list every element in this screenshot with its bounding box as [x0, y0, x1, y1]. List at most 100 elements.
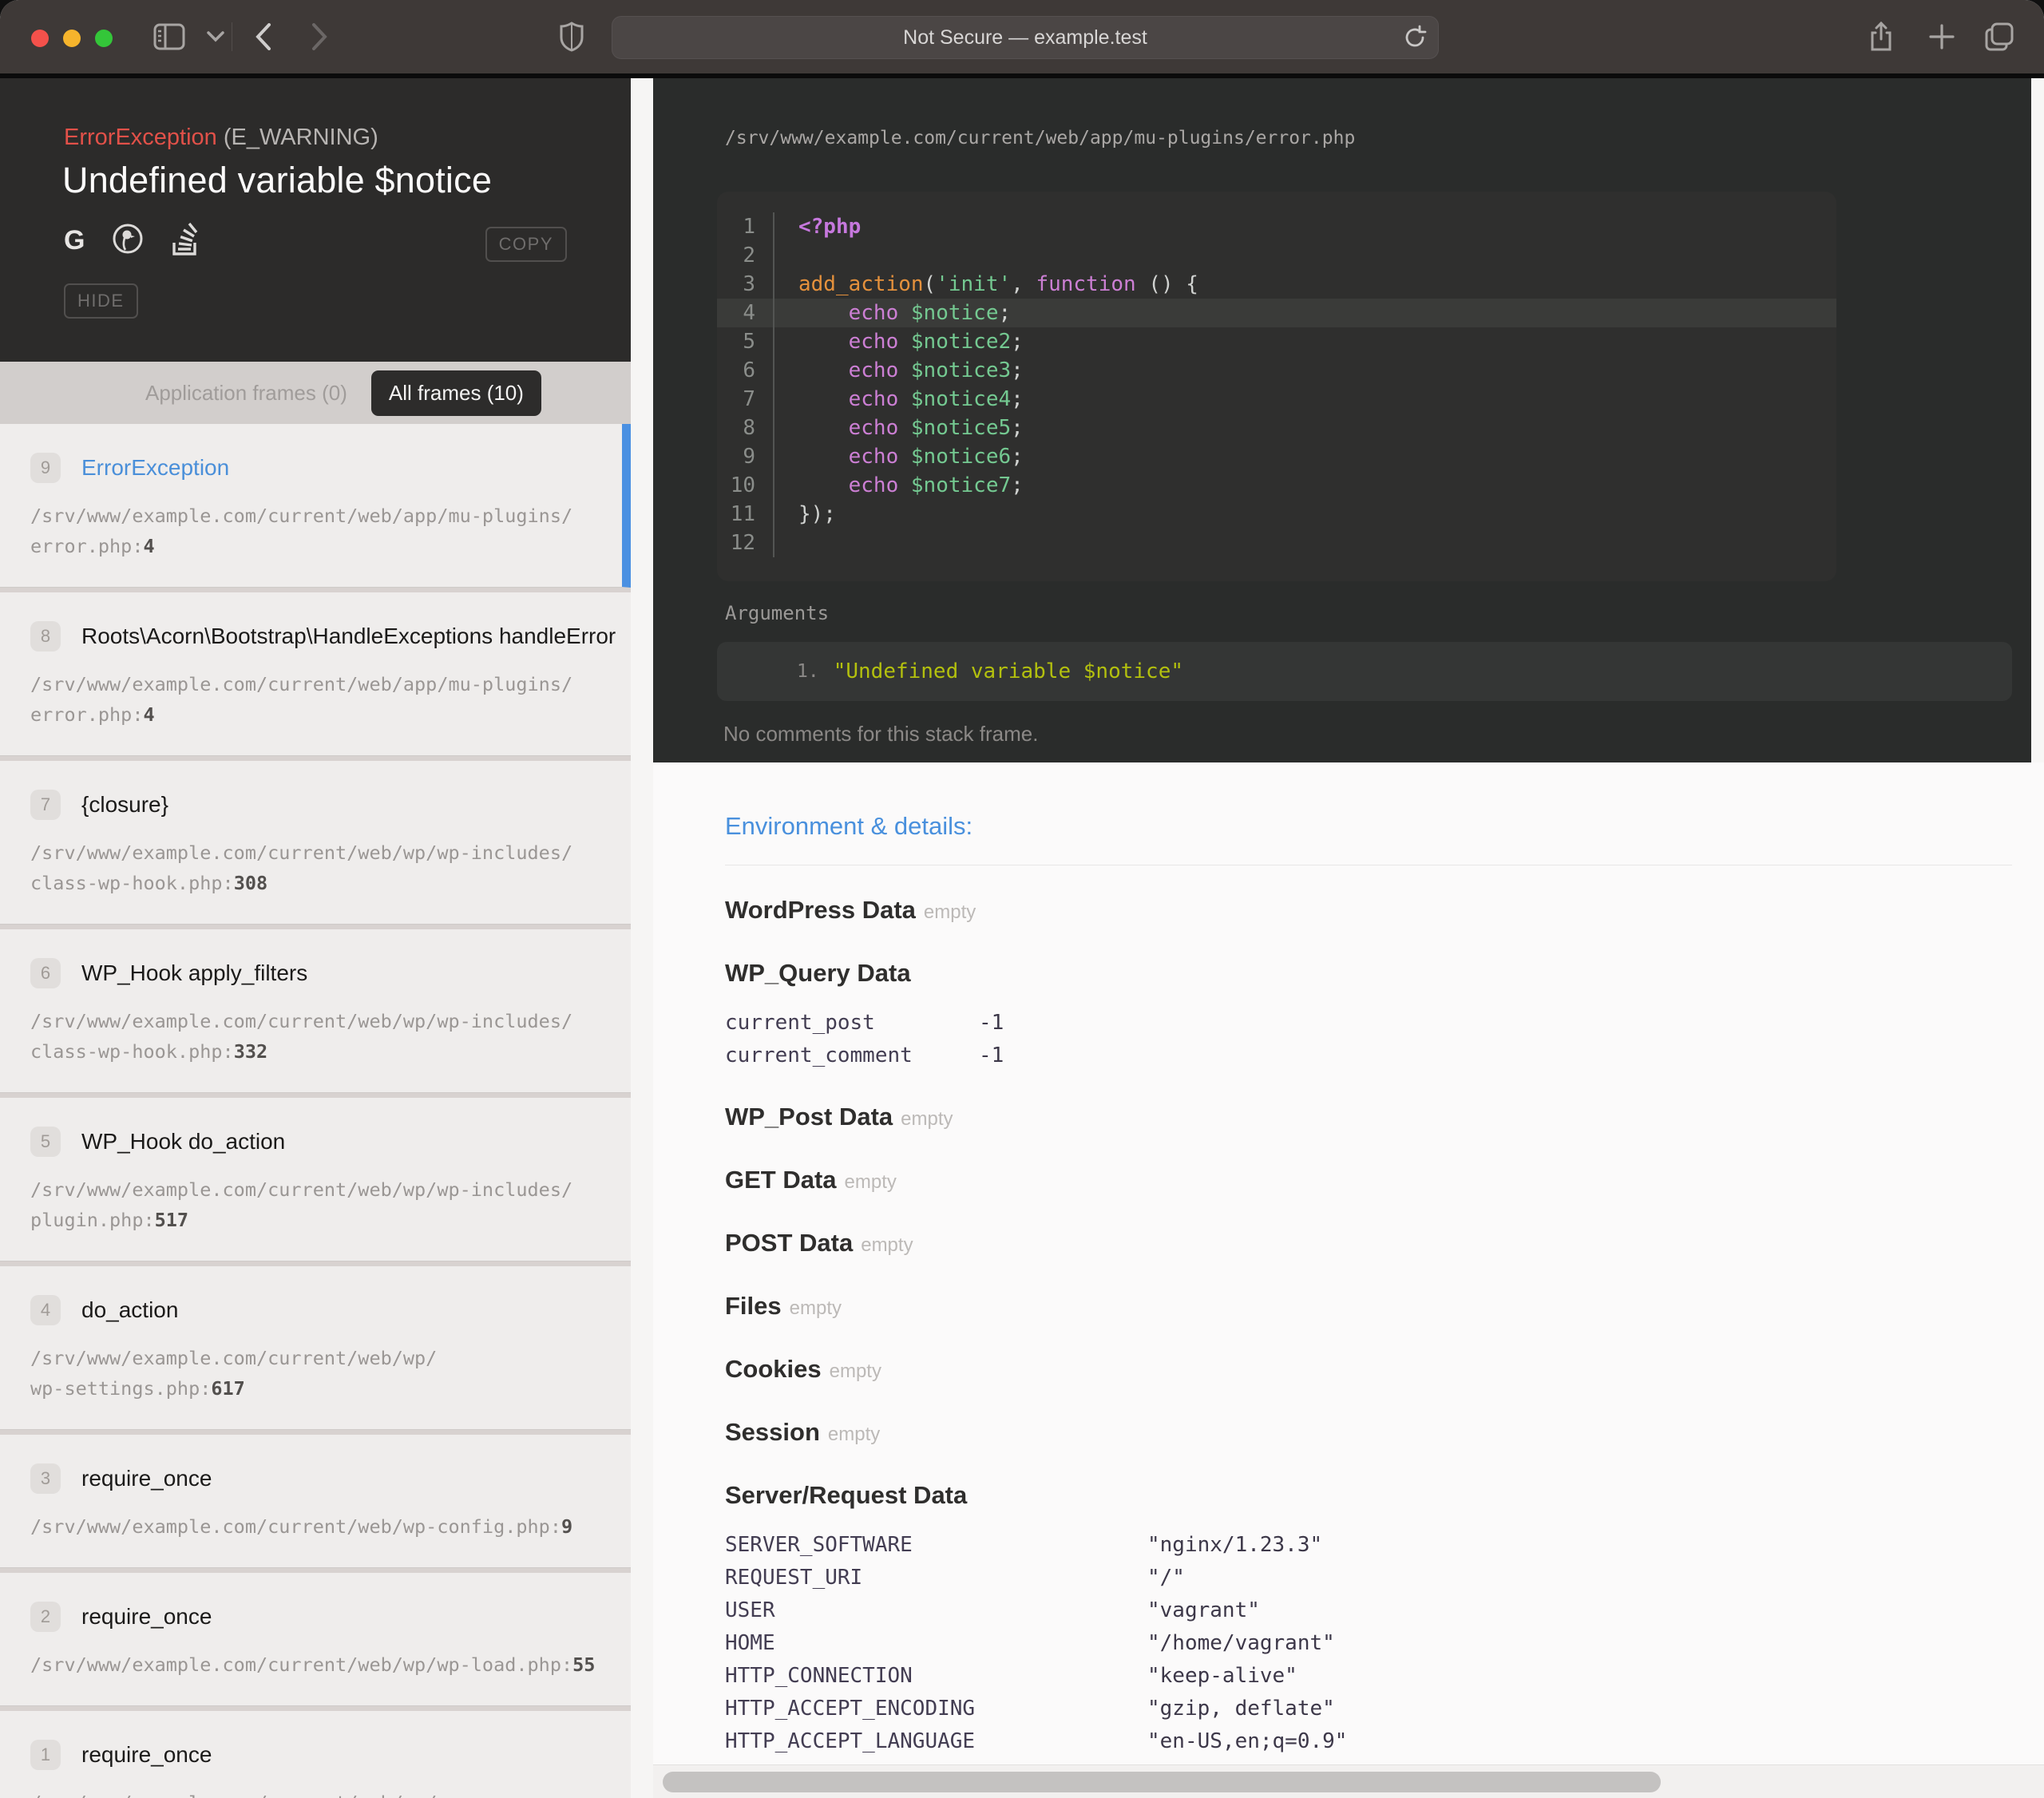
env-value: "vagrant": [1147, 1594, 1260, 1627]
code-line: 12: [717, 529, 1836, 557]
frame-number-badge: 2: [30, 1602, 61, 1632]
arguments-label: Arguments: [725, 602, 829, 624]
window-minimize-button[interactable]: [63, 30, 81, 47]
sidebar-toggle-icon[interactable]: [152, 19, 187, 54]
stack-frames-list: 9ErrorException/srv/www/example.com/curr…: [0, 424, 631, 1798]
env-key: current_comment: [725, 1040, 979, 1072]
env-key: HTTP_ACCEPT_ENCODING: [725, 1693, 1147, 1725]
stack-frame-item[interactable]: 8Roots\Acorn\Bootstrap\HandleExceptions …: [0, 592, 631, 756]
stack-frame-item[interactable]: 4do_action/srv/www/example.com/current/w…: [0, 1266, 631, 1430]
stack-frame-item[interactable]: 3require_once/srv/www/example.com/curren…: [0, 1435, 631, 1568]
env-value: "en-US,en;q=0.9": [1147, 1725, 1347, 1758]
env-value: "/home/vagrant": [1147, 1627, 1335, 1660]
env-value: -1: [979, 1007, 1004, 1040]
frame-number-badge: 5: [30, 1127, 61, 1157]
exception-class: ErrorException: [64, 125, 217, 150]
chevron-down-icon[interactable]: [198, 19, 233, 54]
exception-severity: (E_WARNING): [224, 125, 378, 150]
frame-details-panel: /srv/www/example.com/current/web/app/mu-…: [653, 78, 2044, 1798]
frame-title: WP_Hook apply_filters: [81, 960, 307, 986]
frame-title: ErrorException: [81, 455, 229, 481]
code-snippet: 1<?php23add_action('init', function () {…: [717, 192, 1836, 581]
google-icon[interactable]: G: [64, 225, 85, 256]
env-key: SERVER_SOFTWARE: [725, 1529, 1147, 1562]
frame-file-path: /srv/www/example.com/current/web/wp/wp-i…: [30, 838, 612, 898]
copy-button[interactable]: COPY: [485, 227, 567, 262]
env-data-row: HTTP_ACCEPT_LANGUAGE"en-US,en;q=0.9": [725, 1725, 2012, 1758]
tab-overview-icon[interactable]: [1982, 19, 2017, 54]
frame-title: require_once: [81, 1742, 212, 1768]
argument-value: "Undefined variable $notice": [834, 659, 1183, 683]
stack-frame-item[interactable]: 2require_once/srv/www/example.com/curren…: [0, 1573, 631, 1706]
reload-icon[interactable]: [1403, 25, 1427, 56]
frame-file-path: /srv/www/example.com/current/web/wp/wp-b…: [30, 1788, 612, 1798]
env-section-heading: WP_Post Dataempty: [725, 1101, 2012, 1135]
env-key: USER: [725, 1594, 1147, 1627]
share-icon[interactable]: [1864, 19, 1899, 54]
line-number: 2: [717, 241, 774, 270]
env-data-row: HOME"/home/vagrant": [725, 1627, 2012, 1660]
address-text: Not Secure — example.test: [903, 26, 1147, 50]
horizontal-scrollbar-thumb[interactable]: [663, 1772, 1661, 1792]
empty-label: empty: [924, 901, 976, 923]
line-number: 4: [717, 299, 774, 327]
hide-button[interactable]: HIDE: [64, 283, 138, 319]
line-number: 7: [717, 385, 774, 414]
code-line: 7 echo $notice4;: [717, 385, 1836, 414]
frame-file-path: /srv/www/example.com/current/web/wp-conf…: [30, 1511, 612, 1542]
stackoverflow-icon[interactable]: [171, 222, 200, 259]
env-data-row: current_post-1: [725, 1007, 2012, 1040]
vertical-scrollbar-track[interactable]: [2031, 78, 2044, 762]
code-line: 8 echo $notice5;: [717, 414, 1836, 442]
argument-index: 1.: [797, 661, 819, 682]
panel-gap: [631, 78, 653, 1798]
line-number: 10: [717, 471, 774, 500]
frame-title: do_action: [81, 1297, 178, 1323]
back-button-icon[interactable]: [246, 19, 281, 54]
address-bar[interactable]: Not Secure — example.test: [612, 16, 1439, 59]
line-number: 3: [717, 270, 774, 299]
env-data-row: REQUEST_URI"/": [725, 1562, 2012, 1594]
line-number: 9: [717, 442, 774, 471]
env-value: "nginx/1.23.3": [1147, 1529, 1322, 1562]
stack-frame-item[interactable]: 5WP_Hook do_action/srv/www/example.com/c…: [0, 1098, 631, 1261]
code-line: 5 echo $notice2;: [717, 327, 1836, 356]
env-data-row: HTTP_CONNECTION"keep-alive": [725, 1660, 2012, 1693]
frame-number-badge: 1: [30, 1740, 61, 1770]
frame-number-badge: 8: [30, 621, 61, 651]
window-zoom-button[interactable]: [95, 30, 113, 47]
line-number: 11: [717, 500, 774, 529]
stack-frame-item[interactable]: 7{closure}/srv/www/example.com/current/w…: [0, 761, 631, 925]
line-number: 12: [717, 529, 774, 557]
stack-frame-item[interactable]: 6WP_Hook apply_filters/srv/www/example.c…: [0, 929, 631, 1093]
code-line: 1<?php: [717, 212, 1836, 241]
stack-frame-item[interactable]: 9ErrorException/srv/www/example.com/curr…: [0, 424, 631, 588]
env-section-heading: WordPress Dataempty: [725, 894, 2012, 929]
frame-file-path: /srv/www/example.com/current/web/app/mu-…: [30, 669, 612, 730]
env-key: current_post: [725, 1007, 979, 1040]
frame-file-path: /srv/www/example.com/current/web/wp/wp-i…: [30, 1006, 612, 1067]
duckduckgo-icon[interactable]: [112, 223, 144, 259]
empty-label: empty: [830, 1360, 881, 1382]
env-section-heading: WP_Query Data: [725, 957, 2012, 989]
stack-frame-item[interactable]: 1 require_once/srv/www/example.com/curren…: [0, 1711, 631, 1798]
privacy-shield-icon[interactable]: [554, 19, 589, 54]
env-key: REQUEST_URI: [725, 1562, 1147, 1594]
tab-all-frames[interactable]: All frames (10): [371, 370, 541, 416]
window-close-button[interactable]: [31, 30, 49, 47]
no-comments-text: No comments for this stack frame.: [723, 722, 1038, 747]
horizontal-scrollbar-track[interactable]: [653, 1764, 2044, 1798]
new-tab-plus-icon[interactable]: [1924, 19, 1959, 54]
code-line: 6 echo $notice3;: [717, 356, 1836, 385]
frame-file-path: /srv/www/example.com/current/web/wp/wp-i…: [30, 1174, 612, 1235]
arguments-box: 1. "Undefined variable $notice": [717, 642, 2012, 701]
empty-label: empty: [901, 1108, 953, 1130]
code-panel: /srv/www/example.com/current/web/app/mu-…: [653, 78, 2044, 762]
forward-button-icon[interactable]: [302, 19, 337, 54]
env-data-table: SERVER_SOFTWARE"nginx/1.23.3"REQUEST_URI…: [725, 1529, 2012, 1798]
exception-type-line: ErrorException (E_WARNING): [64, 125, 378, 151]
tab-application-frames[interactable]: Application frames (0): [145, 381, 347, 406]
empty-label: empty: [790, 1297, 842, 1319]
env-section-heading: Sessionempty: [725, 1416, 2012, 1451]
browser-window: Not Secure — example.test: [0, 0, 2044, 1798]
